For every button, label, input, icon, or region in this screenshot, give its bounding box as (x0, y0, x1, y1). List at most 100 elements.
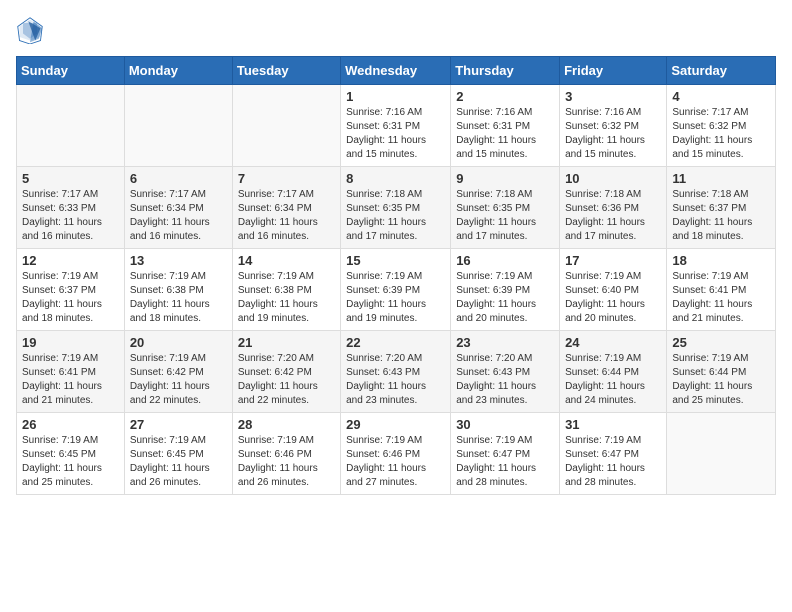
day-info: Sunrise: 7:19 AMSunset: 6:45 PMDaylight:… (130, 434, 227, 490)
day-number: 17 (565, 253, 661, 268)
day-info: Sunrise: 7:19 AMSunset: 6:37 PMDaylight:… (22, 270, 119, 326)
day-info: Sunrise: 7:16 AMSunset: 6:32 PMDaylight:… (565, 106, 661, 162)
weekday-header: Sunday (17, 57, 125, 85)
calendar-header-row: SundayMondayTuesdayWednesdayThursdayFrid… (17, 57, 776, 85)
day-info: Sunrise: 7:20 AMSunset: 6:43 PMDaylight:… (346, 352, 445, 408)
day-number: 16 (456, 253, 554, 268)
day-number: 20 (130, 335, 227, 350)
calendar-cell: 1 Sunrise: 7:16 AMSunset: 6:31 PMDaylight… (341, 85, 451, 167)
day-number: 30 (456, 417, 554, 432)
calendar-cell: 7 Sunrise: 7:17 AMSunset: 6:34 PMDaylight… (232, 167, 340, 249)
day-info: Sunrise: 7:19 AMSunset: 6:41 PMDaylight:… (22, 352, 119, 408)
calendar-cell: 3 Sunrise: 7:16 AMSunset: 6:32 PMDaylight… (560, 85, 667, 167)
logo (16, 16, 48, 44)
day-info: Sunrise: 7:19 AMSunset: 6:42 PMDaylight:… (130, 352, 227, 408)
calendar-cell: 19 Sunrise: 7:19 AMSunset: 6:41 PMDayligh… (17, 331, 125, 413)
calendar-cell: 26 Sunrise: 7:19 AMSunset: 6:45 PMDayligh… (17, 413, 125, 495)
calendar-cell: 12 Sunrise: 7:19 AMSunset: 6:37 PMDayligh… (17, 249, 125, 331)
calendar-week-row: 5 Sunrise: 7:17 AMSunset: 6:33 PMDaylight… (17, 167, 776, 249)
day-info: Sunrise: 7:19 AMSunset: 6:44 PMDaylight:… (672, 352, 770, 408)
day-number: 26 (22, 417, 119, 432)
day-number: 6 (130, 171, 227, 186)
day-number: 1 (346, 89, 445, 104)
logo-icon (16, 16, 44, 44)
weekday-header: Wednesday (341, 57, 451, 85)
day-info: Sunrise: 7:19 AMSunset: 6:44 PMDaylight:… (565, 352, 661, 408)
calendar-cell: 10 Sunrise: 7:18 AMSunset: 6:36 PMDayligh… (560, 167, 667, 249)
day-info: Sunrise: 7:18 AMSunset: 6:35 PMDaylight:… (346, 188, 445, 244)
calendar-table: SundayMondayTuesdayWednesdayThursdayFrid… (16, 56, 776, 495)
weekday-header: Tuesday (232, 57, 340, 85)
day-info: Sunrise: 7:19 AMSunset: 6:47 PMDaylight:… (565, 434, 661, 490)
day-number: 9 (456, 171, 554, 186)
day-number: 7 (238, 171, 335, 186)
day-info: Sunrise: 7:19 AMSunset: 6:38 PMDaylight:… (238, 270, 335, 326)
calendar-week-row: 19 Sunrise: 7:19 AMSunset: 6:41 PMDayligh… (17, 331, 776, 413)
day-info: Sunrise: 7:18 AMSunset: 6:37 PMDaylight:… (672, 188, 770, 244)
day-number: 12 (22, 253, 119, 268)
page-header (16, 16, 776, 44)
calendar-cell: 30 Sunrise: 7:19 AMSunset: 6:47 PMDayligh… (451, 413, 560, 495)
day-info: Sunrise: 7:18 AMSunset: 6:36 PMDaylight:… (565, 188, 661, 244)
day-info: Sunrise: 7:17 AMSunset: 6:33 PMDaylight:… (22, 188, 119, 244)
day-number: 29 (346, 417, 445, 432)
calendar-week-row: 1 Sunrise: 7:16 AMSunset: 6:31 PMDaylight… (17, 85, 776, 167)
day-number: 21 (238, 335, 335, 350)
day-info: Sunrise: 7:19 AMSunset: 6:46 PMDaylight:… (346, 434, 445, 490)
calendar-cell (232, 85, 340, 167)
day-number: 15 (346, 253, 445, 268)
day-info: Sunrise: 7:19 AMSunset: 6:41 PMDaylight:… (672, 270, 770, 326)
calendar-cell: 23 Sunrise: 7:20 AMSunset: 6:43 PMDayligh… (451, 331, 560, 413)
calendar-cell: 24Sunrise: 7:19 AMSunset: 6:44 PMDayligh… (560, 331, 667, 413)
day-number: 8 (346, 171, 445, 186)
calendar-cell: 17 Sunrise: 7:19 AMSunset: 6:40 PMDayligh… (560, 249, 667, 331)
calendar-cell: 20 Sunrise: 7:19 AMSunset: 6:42 PMDayligh… (124, 331, 232, 413)
calendar-cell: 21 Sunrise: 7:20 AMSunset: 6:42 PMDayligh… (232, 331, 340, 413)
calendar-cell: 4 Sunrise: 7:17 AMSunset: 6:32 PMDaylight… (667, 85, 776, 167)
calendar-cell: 6 Sunrise: 7:17 AMSunset: 6:34 PMDaylight… (124, 167, 232, 249)
calendar-cell: 18 Sunrise: 7:19 AMSunset: 6:41 PMDayligh… (667, 249, 776, 331)
day-info: Sunrise: 7:16 AMSunset: 6:31 PMDaylight:… (346, 106, 445, 162)
day-number: 5 (22, 171, 119, 186)
day-info: Sunrise: 7:19 AMSunset: 6:39 PMDaylight:… (456, 270, 554, 326)
day-number: 18 (672, 253, 770, 268)
day-number: 25 (672, 335, 770, 350)
day-info: Sunrise: 7:16 AMSunset: 6:31 PMDaylight:… (456, 106, 554, 162)
day-info: Sunrise: 7:19 AMSunset: 6:45 PMDaylight:… (22, 434, 119, 490)
day-number: 23 (456, 335, 554, 350)
day-number: 31 (565, 417, 661, 432)
calendar-cell: 15 Sunrise: 7:19 AMSunset: 6:39 PMDayligh… (341, 249, 451, 331)
calendar-cell (667, 413, 776, 495)
day-number: 10 (565, 171, 661, 186)
day-number: 2 (456, 89, 554, 104)
calendar-cell: 31 Sunrise: 7:19 AMSunset: 6:47 PMDayligh… (560, 413, 667, 495)
day-info: Sunrise: 7:19 AMSunset: 6:38 PMDaylight:… (130, 270, 227, 326)
calendar-cell: 5 Sunrise: 7:17 AMSunset: 6:33 PMDaylight… (17, 167, 125, 249)
day-number: 28 (238, 417, 335, 432)
day-info: Sunrise: 7:19 AMSunset: 6:39 PMDaylight:… (346, 270, 445, 326)
day-info: Sunrise: 7:17 AMSunset: 6:34 PMDaylight:… (130, 188, 227, 244)
calendar-cell: 29 Sunrise: 7:19 AMSunset: 6:46 PMDayligh… (341, 413, 451, 495)
day-number: 14 (238, 253, 335, 268)
calendar-cell: 13 Sunrise: 7:19 AMSunset: 6:38 PMDayligh… (124, 249, 232, 331)
day-info: Sunrise: 7:17 AMSunset: 6:32 PMDaylight:… (672, 106, 770, 162)
weekday-header: Thursday (451, 57, 560, 85)
weekday-header: Friday (560, 57, 667, 85)
day-info: Sunrise: 7:20 AMSunset: 6:42 PMDaylight:… (238, 352, 335, 408)
day-info: Sunrise: 7:19 AMSunset: 6:40 PMDaylight:… (565, 270, 661, 326)
day-info: Sunrise: 7:20 AMSunset: 6:43 PMDaylight:… (456, 352, 554, 408)
day-number: 4 (672, 89, 770, 104)
calendar-cell: 22Sunrise: 7:20 AMSunset: 6:43 PMDayligh… (341, 331, 451, 413)
calendar-cell (124, 85, 232, 167)
day-number: 19 (22, 335, 119, 350)
calendar-cell: 27Sunrise: 7:19 AMSunset: 6:45 PMDayligh… (124, 413, 232, 495)
day-number: 13 (130, 253, 227, 268)
day-number: 3 (565, 89, 661, 104)
day-info: Sunrise: 7:19 AMSunset: 6:46 PMDaylight:… (238, 434, 335, 490)
day-info: Sunrise: 7:19 AMSunset: 6:47 PMDaylight:… (456, 434, 554, 490)
day-info: Sunrise: 7:18 AMSunset: 6:35 PMDaylight:… (456, 188, 554, 244)
calendar-cell: 2 Sunrise: 7:16 AMSunset: 6:31 PMDaylight… (451, 85, 560, 167)
day-info: Sunrise: 7:17 AMSunset: 6:34 PMDaylight:… (238, 188, 335, 244)
calendar-cell (17, 85, 125, 167)
calendar-cell: 25 Sunrise: 7:19 AMSunset: 6:44 PMDayligh… (667, 331, 776, 413)
